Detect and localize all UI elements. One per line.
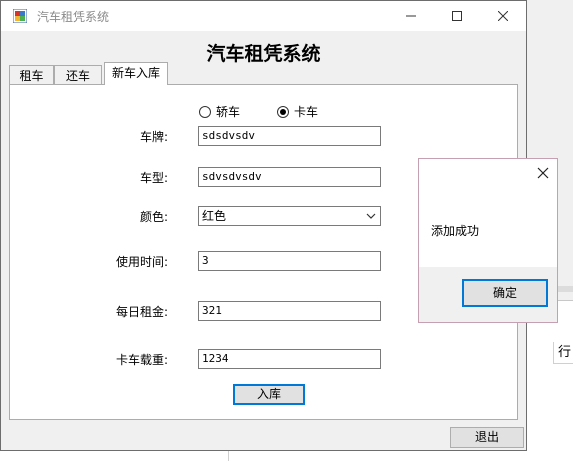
- app-icon: [13, 9, 27, 23]
- tab-return[interactable]: 还车: [54, 65, 102, 85]
- exit-button[interactable]: 退出: [450, 427, 524, 448]
- close-button[interactable]: [480, 1, 526, 31]
- usage-time-input[interactable]: 3: [198, 251, 381, 271]
- radio-truck[interactable]: 卡车: [277, 103, 318, 120]
- message-box: 添加成功 确定: [418, 158, 558, 323]
- color-select-value: 红色: [202, 209, 227, 223]
- store-button[interactable]: 入库: [233, 384, 305, 405]
- truck-load-input[interactable]: 1234: [198, 349, 381, 369]
- page-title: 汽车租凭系统: [206, 43, 321, 65]
- maximize-icon: [452, 11, 462, 21]
- usage-time-label: 使用时间:: [115, 255, 168, 269]
- daily-rent-input[interactable]: 321: [198, 301, 381, 321]
- background-column-header: 行: [553, 342, 573, 364]
- minimize-button[interactable]: [388, 1, 434, 31]
- message-text: 添加成功: [431, 224, 480, 238]
- close-icon: [537, 167, 549, 179]
- radio-sedan-label: 轿车: [216, 105, 241, 119]
- color-select[interactable]: 红色: [198, 206, 381, 226]
- maximize-button[interactable]: [434, 1, 480, 31]
- title-bar: 汽车租凭系统: [1, 1, 526, 31]
- close-icon: [498, 11, 508, 21]
- color-label: 颜色:: [139, 210, 168, 224]
- radio-sedan[interactable]: 轿车: [199, 103, 240, 120]
- tab-new-car[interactable]: 新车入库: [104, 62, 168, 85]
- chevron-down-icon: [366, 207, 376, 232]
- message-footer: 确定: [419, 267, 557, 322]
- radio-sedan-indicator: [199, 105, 211, 118]
- window-title: 汽车租凭系统: [37, 10, 110, 24]
- truck-load-label: 卡车载重:: [115, 353, 168, 367]
- radio-truck-indicator: [277, 105, 289, 118]
- daily-rent-label: 每日租金:: [115, 305, 168, 319]
- radio-truck-label: 卡车: [294, 105, 319, 119]
- minimize-icon: [406, 15, 416, 17]
- tab-rent[interactable]: 租车: [9, 65, 54, 85]
- ok-button[interactable]: 确定: [462, 279, 548, 307]
- plate-label: 车牌:: [139, 130, 168, 144]
- model-input[interactable]: sdvsdvsdv: [198, 167, 381, 187]
- model-label: 车型:: [139, 171, 168, 185]
- message-close-button[interactable]: [535, 165, 551, 181]
- plate-input[interactable]: sdsdvsdv: [198, 126, 381, 146]
